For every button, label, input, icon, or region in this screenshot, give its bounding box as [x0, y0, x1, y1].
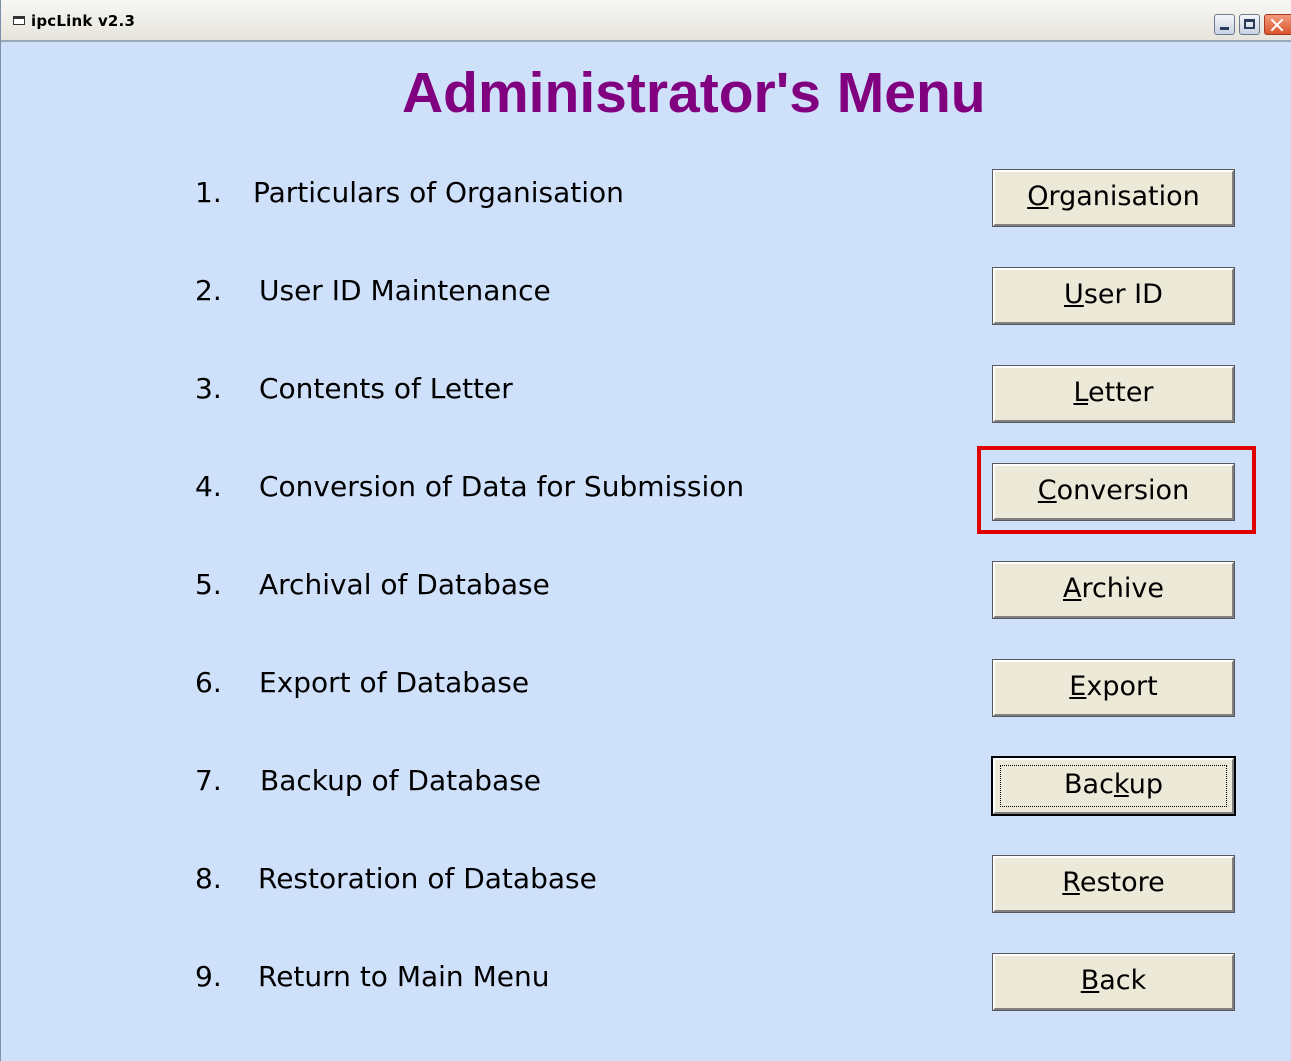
- page-title: Administrator's Menu: [402, 61, 986, 125]
- button-accelerator: O: [1027, 181, 1049, 212]
- maximize-icon[interactable]: [1239, 14, 1260, 35]
- window-title: ipcLink v2.3: [31, 12, 136, 30]
- button-text-post: onversion: [1056, 475, 1190, 506]
- backup-button[interactable]: Backup: [991, 756, 1236, 816]
- conversion-button[interactable]: Conversion: [992, 463, 1235, 521]
- button-text-post: rganisation: [1048, 181, 1200, 212]
- button-accelerator: R: [1062, 867, 1080, 898]
- menu-label: Particulars of Organisation: [253, 176, 624, 209]
- button-text-post: ack: [1099, 965, 1147, 996]
- app-icon: [13, 16, 25, 25]
- menu-number: 5.: [195, 568, 222, 601]
- button-text-post: estore: [1079, 867, 1165, 898]
- user-id-button[interactable]: User ID: [992, 267, 1235, 325]
- menu-number: 4.: [195, 470, 222, 503]
- restore-button[interactable]: Restore: [992, 855, 1235, 913]
- organisation-button[interactable]: Organisation: [992, 169, 1235, 227]
- menu-label: Restoration of Database: [258, 862, 597, 895]
- heading-container: Administrator's Menu: [1, 58, 1291, 133]
- menu-number: 8.: [195, 862, 222, 895]
- close-icon[interactable]: [1264, 14, 1291, 35]
- minimize-icon[interactable]: [1214, 14, 1235, 35]
- button-accelerator: k: [1113, 769, 1129, 800]
- button-accelerator: L: [1073, 377, 1089, 408]
- menu-label: Archival of Database: [259, 568, 550, 601]
- app-window: ipcLink v2.3 Administrator's Menu 1. Par…: [0, 0, 1291, 1061]
- button-text-post: ser ID: [1083, 279, 1163, 310]
- export-button[interactable]: Export: [992, 659, 1235, 717]
- button-accelerator: E: [1069, 671, 1087, 702]
- menu-label: Conversion of Data for Submission: [259, 470, 745, 503]
- title-bar[interactable]: ipcLink v2.3: [1, 0, 1291, 42]
- button-text-post: etter: [1088, 377, 1154, 408]
- menu-label: Export of Database: [259, 666, 530, 699]
- button-accelerator: U: [1064, 279, 1084, 310]
- menu-label: Return to Main Menu: [258, 960, 550, 993]
- menu-label: Contents of Letter: [259, 372, 513, 405]
- button-accelerator: C: [1037, 475, 1057, 506]
- button-text-post: rchive: [1081, 573, 1165, 604]
- archive-button[interactable]: Archive: [992, 561, 1235, 619]
- menu-label: Backup of Database: [260, 764, 542, 797]
- button-accelerator: B: [1080, 965, 1100, 996]
- menu-number: 9.: [195, 960, 222, 993]
- menu-number: 1.: [195, 176, 222, 209]
- menu-number: 6.: [195, 666, 222, 699]
- button-text-post: up: [1128, 769, 1163, 800]
- letter-button[interactable]: Letter: [992, 365, 1235, 423]
- menu-number: 3.: [195, 372, 222, 405]
- menu-number: 7.: [195, 764, 222, 797]
- back-button[interactable]: Back: [992, 953, 1235, 1011]
- menu-number: 2.: [195, 274, 222, 307]
- button-text-pre: Bac: [1064, 769, 1114, 800]
- menu-label: User ID Maintenance: [259, 274, 551, 307]
- button-text-post: xport: [1086, 671, 1158, 702]
- button-accelerator: A: [1062, 573, 1082, 604]
